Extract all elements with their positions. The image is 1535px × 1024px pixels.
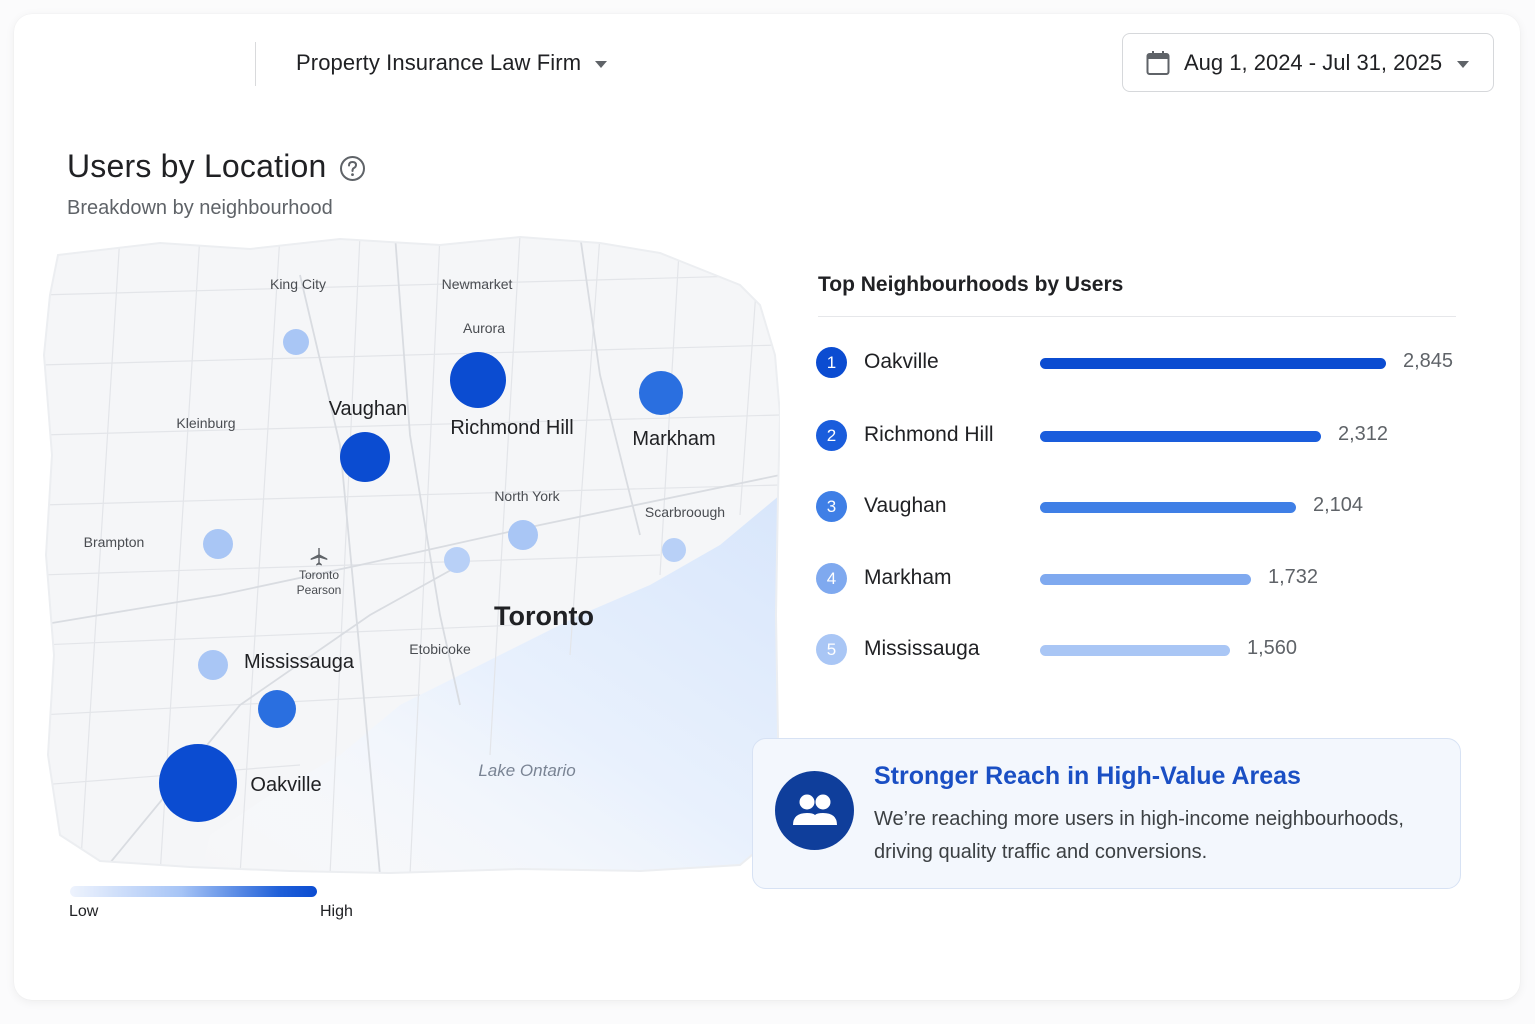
top-neighbourhoods-title: Top Neighbourhoods by Users	[818, 273, 1124, 296]
map-label-lake-ontario: Lake Ontario	[478, 761, 576, 780]
bubble-north-york[interactable]	[508, 520, 538, 550]
map-label-etobicoke: Etobicoke	[409, 641, 471, 657]
legend-gradient	[70, 886, 317, 897]
neighbourhood-name: Richmond Hill	[864, 423, 994, 446]
insight-card: Stronger Reach in High-Value Areas We’re…	[752, 738, 1461, 889]
legend-low-label: Low	[69, 903, 99, 920]
list-divider	[818, 316, 1456, 317]
map-label-toronto: Toronto	[494, 601, 594, 631]
users-count: 1,732	[1268, 566, 1319, 588]
map-label-kleinburg: Kleinburg	[176, 415, 236, 431]
neighbourhood-name: Oakville	[864, 350, 939, 373]
users-count: 2,312	[1338, 423, 1389, 445]
users-bar	[1040, 502, 1296, 513]
map-label-vaughan: Vaughan	[328, 398, 408, 420]
map-label-king-city: King City	[269, 276, 327, 292]
rank-badge: 1	[816, 347, 847, 378]
users-bar	[1040, 574, 1251, 585]
list-item[interactable]: 3 Vaughan 2,104	[816, 491, 1476, 523]
neighbourhood-name: Markham	[864, 566, 952, 589]
users-bar	[1040, 358, 1386, 369]
chevron-down-icon	[1457, 61, 1469, 68]
list-item[interactable]: 4 Markham 1,732	[816, 563, 1476, 595]
neighbourhood-name: Mississauga	[864, 637, 980, 660]
bubble-york[interactable]	[444, 547, 470, 573]
map-label-brampton: Brampton	[83, 534, 145, 550]
map-label-pearson-line2: Pearson	[296, 583, 342, 597]
map-bubbles	[159, 329, 686, 822]
rank-badge: 4	[816, 563, 847, 594]
bubble-mississauga[interactable]	[198, 650, 228, 680]
bubble-oakville[interactable]	[159, 744, 237, 822]
account-selector[interactable]: Property Insurance Law Firm	[296, 44, 608, 82]
help-icon[interactable]	[339, 155, 366, 182]
bubble-brampton[interactable]	[203, 529, 233, 559]
rank-badge: 3	[816, 491, 847, 522]
users-icon	[775, 771, 854, 850]
bubble-vaughan[interactable]	[340, 432, 390, 482]
calendar-icon	[1146, 51, 1170, 75]
neighbourhood-name: Vaughan	[864, 494, 947, 517]
insight-text: We’re reaching more users in high-income…	[874, 808, 1404, 863]
map-label-pearson-line1: Toronto	[298, 568, 340, 582]
map-label-north-york: North York	[494, 488, 560, 504]
users-count: 2,845	[1403, 350, 1454, 372]
date-range-text: Aug 1, 2024 - Jul 31, 2025	[1184, 50, 1443, 75]
bubble-markham[interactable]	[639, 371, 683, 415]
account-name: Property Insurance Law Firm	[296, 50, 582, 75]
map-label-scarborough: Scarbroough	[644, 504, 726, 520]
widget-subtitle: Breakdown by neighbourhood	[67, 197, 333, 219]
map-label-richmond-hill: Richmond Hill	[450, 417, 574, 439]
list-item[interactable]: 1 Oakville 2,845	[816, 347, 1476, 379]
map-label-newmarket: Newmarket	[441, 276, 513, 292]
header-divider	[255, 42, 256, 86]
rank-badge: 2	[816, 420, 847, 451]
bubble-scarborough[interactable]	[662, 538, 686, 562]
widget-title: Users by Location	[67, 148, 327, 184]
map-label-mississauga: Mississauga	[243, 651, 355, 673]
users-bar	[1040, 645, 1230, 656]
airport-icon	[310, 548, 328, 566]
insight-title: Stronger Reach in High-Value Areas	[874, 762, 1301, 790]
map-label-markham: Markham	[632, 428, 716, 450]
location-map[interactable]: King City Newmarket Aurora Kleinburg Vau…	[40, 235, 780, 875]
users-count: 2,104	[1313, 494, 1364, 516]
users-bar	[1040, 431, 1321, 442]
legend-high-label: High	[320, 903, 353, 920]
bubble-king-city[interactable]	[283, 329, 309, 355]
bubble-mississauga-south[interactable]	[258, 690, 296, 728]
chevron-down-icon	[595, 60, 608, 68]
users-count: 1,560	[1247, 637, 1298, 659]
list-item[interactable]: 2 Richmond Hill 2,312	[816, 420, 1476, 452]
rank-badge: 5	[816, 634, 847, 665]
map-label-oakville: Oakville	[250, 774, 322, 796]
bubble-richmond-hill[interactable]	[450, 352, 506, 408]
map-label-aurora: Aurora	[462, 320, 506, 336]
list-item[interactable]: 5 Mississauga 1,560	[816, 634, 1476, 666]
date-range-picker[interactable]: Aug 1, 2024 - Jul 31, 2025	[1122, 33, 1494, 92]
